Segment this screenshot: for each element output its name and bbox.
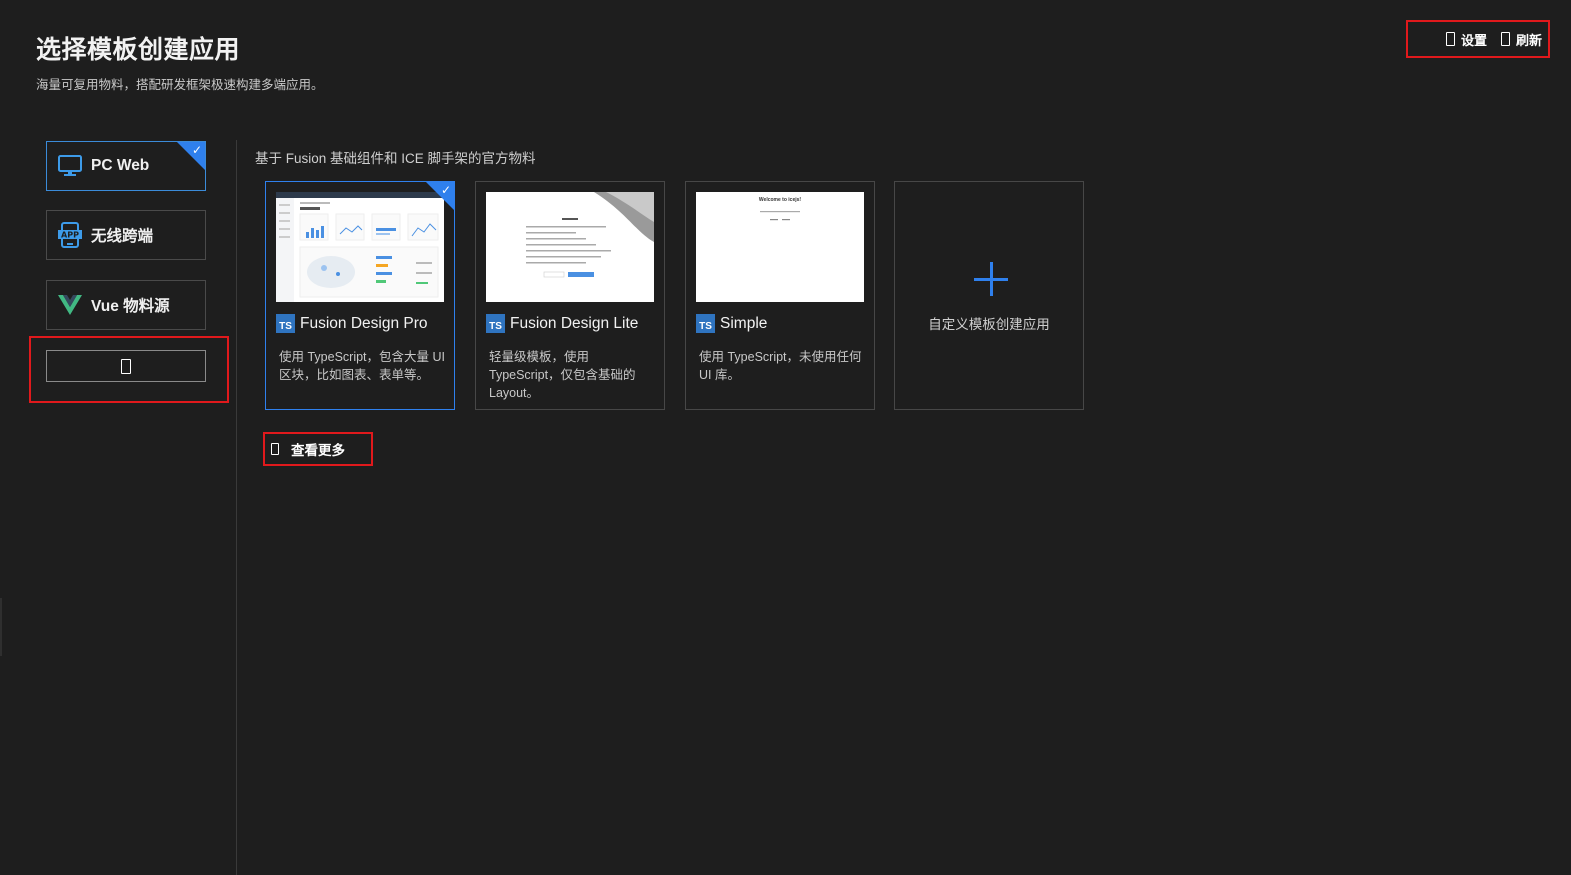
sidebar-item-label: 无线跨端 [91,228,154,245]
refresh-label: 刷新 [1515,32,1542,48]
template-name-row: TS Fusion Design Pro [276,314,428,333]
template-card-fusion-pro[interactable]: TS Fusion Design Pro 使用 TypeScript，包含大量 … [265,181,455,410]
typescript-icon: TS [486,314,505,333]
sidebar-item-pc-web[interactable]: PC Web ✓ [46,141,206,191]
page: 选择模板创建应用 海量可复用物料，搭配研发框架极速构建多端应用。 设置 刷新 P… [0,0,1571,875]
view-more-label: 查看更多 [291,443,345,458]
plus-icon [974,262,1008,296]
sidebar-divider [236,140,237,875]
svg-text:APP: APP [61,231,79,240]
placeholder-box-icon [121,358,131,374]
sidebar-item-label: PC Web [91,157,150,174]
check-icon: ✓ [440,183,451,197]
page-subtitle: 海量可复用物料，搭配研发框架极速构建多端应用。 [36,78,324,92]
page-title: 选择模板创建应用 [36,36,241,64]
settings-label: 设置 [1460,32,1487,48]
section-label: 基于 Fusion 基础组件和 ICE 脚手架的官方物料 [255,151,536,166]
refresh-button[interactable]: 刷新 [1500,30,1542,49]
add-source-button[interactable] [46,350,206,382]
template-description: 使用 TypeScript，包含大量 UI 区块，比如图表、表单等。 [279,350,445,382]
custom-template-label: 自定义模板创建应用 [928,317,1050,332]
check-icon: ✓ [191,143,202,157]
top-actions: 设置 刷新 [1406,20,1550,58]
refresh-icon [1500,32,1510,46]
window-edge [0,598,2,656]
sidebar-item-vue[interactable]: Vue 物料源 [46,280,206,330]
template-thumbnail [276,192,444,302]
template-name: Fusion Design Pro [300,314,428,332]
settings-icon [1445,32,1455,46]
custom-template-card[interactable]: 自定义模板创建应用 [894,181,1084,410]
template-name-row: TS Simple [696,314,767,333]
template-thumbnail [486,192,654,302]
typescript-icon: TS [696,314,715,333]
settings-button[interactable]: 设置 [1445,30,1487,49]
template-name: Fusion Design Lite [510,314,639,332]
template-card-fusion-lite[interactable]: TS Fusion Design Lite 轻量级模板，使用 TypeScrip… [475,181,665,410]
template-name-row: TS Fusion Design Lite [486,314,638,333]
sidebar-item-label: Vue 物料源 [91,298,170,315]
view-more-button[interactable]: 查看更多 [263,432,373,466]
vue-logo-icon [57,293,83,317]
template-card-simple[interactable]: Welcome to icejs! TS Simple 使用 TypeScrip… [685,181,875,410]
template-name: Simple [720,314,768,332]
more-icon [271,443,279,455]
template-thumbnail: Welcome to icejs! [696,192,864,302]
monitor-icon [57,154,83,178]
app-phone-icon: APP [57,222,83,248]
template-description: 轻量级模板，使用 TypeScript，仅包含基础的 Layout。 [489,350,636,400]
typescript-icon: TS [276,314,295,333]
template-description: 使用 TypeScript，未使用任何 UI 库。 [699,350,862,382]
sidebar-item-mobile[interactable]: APP 无线跨端 [46,210,206,260]
